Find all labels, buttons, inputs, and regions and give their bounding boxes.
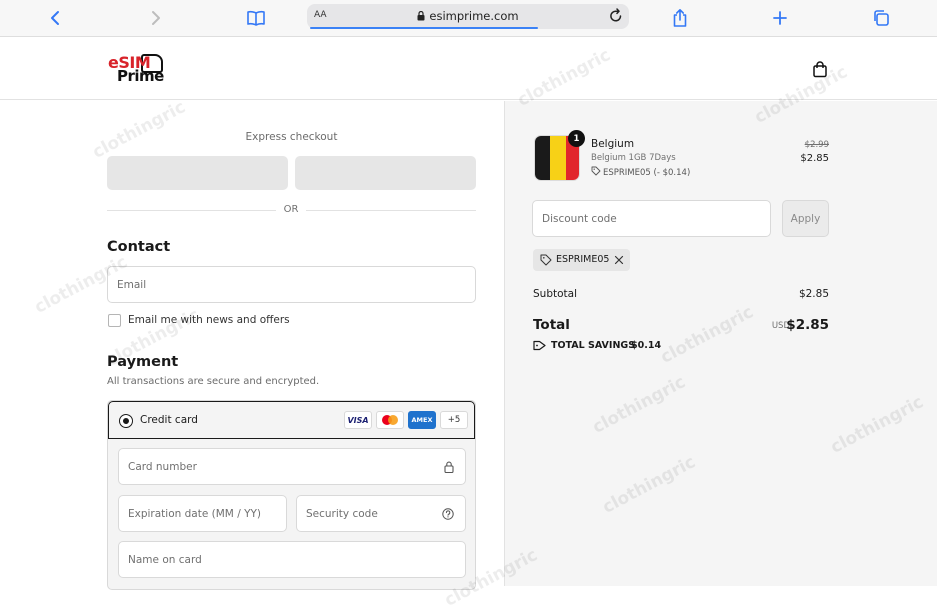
discount-code-placeholder: Discount code (542, 213, 617, 225)
product-discount: ESPRIME05 (- $0.14) (591, 166, 690, 178)
news-checkbox[interactable] (108, 314, 121, 327)
bookmarks-icon[interactable] (244, 6, 268, 30)
total-label: Total (533, 317, 570, 333)
lock-icon (417, 11, 425, 21)
card-number-field[interactable]: Card number (118, 448, 466, 485)
browser-toolbar: AA esimprime.com (0, 0, 937, 37)
discount-code-field[interactable]: Discount code (532, 200, 771, 237)
email-field[interactable]: Email (107, 266, 476, 303)
security-code-placeholder: Security code (306, 507, 378, 520)
express-pay-button-2[interactable] (295, 156, 476, 190)
express-checkout-label: Express checkout (245, 131, 338, 143)
credit-card-option[interactable]: Credit card VISA AMEX +5 (108, 401, 475, 439)
address-bar[interactable]: AA esimprime.com (307, 4, 629, 29)
help-icon[interactable] (442, 507, 454, 520)
email-placeholder: Email (117, 278, 147, 291)
product-discount-text: ESPRIME05 (- $0.14) (603, 168, 691, 178)
subtotal-value: $2.85 (798, 288, 829, 300)
quantity-badge: 1 (568, 130, 585, 147)
tag-icon (540, 254, 552, 266)
payment-subtitle: All transactions are secure and encrypte… (107, 376, 320, 387)
contact-heading: Contact (107, 239, 171, 255)
security-code-field[interactable]: Security code (296, 495, 466, 532)
tag-icon (591, 166, 601, 176)
total-savings-value: $0.14 (631, 340, 662, 351)
total-savings-label: TOTAL SAVINGS (551, 340, 636, 351)
express-pay-button-1[interactable] (107, 156, 288, 190)
url-display[interactable]: esimprime.com (307, 9, 629, 23)
checkout-form: Express checkout OR Contact Email Email … (0, 101, 505, 590)
url-text: esimprime.com (429, 9, 519, 23)
divider-right (306, 210, 476, 211)
new-tab-icon[interactable] (768, 6, 792, 30)
total-value: $2.85 (786, 317, 829, 333)
credit-card-label: Credit card (140, 414, 198, 426)
payment-method-box: Credit card VISA AMEX +5 Card number Exp… (107, 400, 476, 590)
mastercard-logo-icon (376, 411, 404, 429)
esimprime-logo[interactable]: eSIM Prime (108, 53, 166, 85)
logo-text-bottom: Prime (117, 67, 164, 85)
more-brands-badge: +5 (440, 411, 468, 429)
order-summary: 1 Belgium Belgium 1GB 7Days ESPRIME05 (-… (505, 101, 937, 586)
reload-icon[interactable] (609, 8, 623, 23)
expiration-date-field[interactable]: Expiration date (MM / YY) (118, 495, 287, 532)
page-load-progress (310, 27, 538, 29)
payment-heading: Payment (107, 354, 179, 370)
original-price: $2.99 (804, 140, 829, 150)
credit-card-radio[interactable] (119, 414, 133, 428)
forward-icon[interactable] (143, 6, 167, 30)
name-on-card-placeholder: Name on card (128, 553, 202, 566)
savings-tag-icon (533, 340, 546, 351)
back-icon[interactable] (44, 6, 68, 30)
divider-left (107, 210, 276, 211)
applied-code: ESPRIME05 (556, 254, 610, 265)
visa-logo-icon: VISA (344, 411, 372, 429)
or-separator: OR (283, 204, 299, 215)
product-variant: Belgium 1GB 7Days (591, 153, 676, 163)
applied-discount-tag: ESPRIME05 (533, 249, 630, 271)
amex-logo-icon: AMEX (408, 411, 436, 429)
apply-button[interactable]: Apply (782, 200, 829, 237)
remove-discount-icon[interactable] (614, 255, 624, 265)
subtotal-label: Subtotal (533, 288, 577, 300)
product-name: Belgium (591, 138, 635, 150)
lock-icon (444, 461, 454, 473)
news-checkbox-label[interactable]: Email me with news and offers (128, 314, 290, 326)
shopping-bag-icon[interactable] (812, 61, 828, 82)
name-on-card-field[interactable]: Name on card (118, 541, 466, 578)
expiration-date-placeholder: Expiration date (MM / YY) (128, 507, 261, 520)
share-icon[interactable] (668, 6, 692, 30)
tabs-overview-icon[interactable] (869, 6, 893, 30)
item-price: $2.85 (800, 153, 829, 164)
card-number-placeholder: Card number (128, 460, 197, 473)
store-header: eSIM Prime (0, 37, 937, 100)
